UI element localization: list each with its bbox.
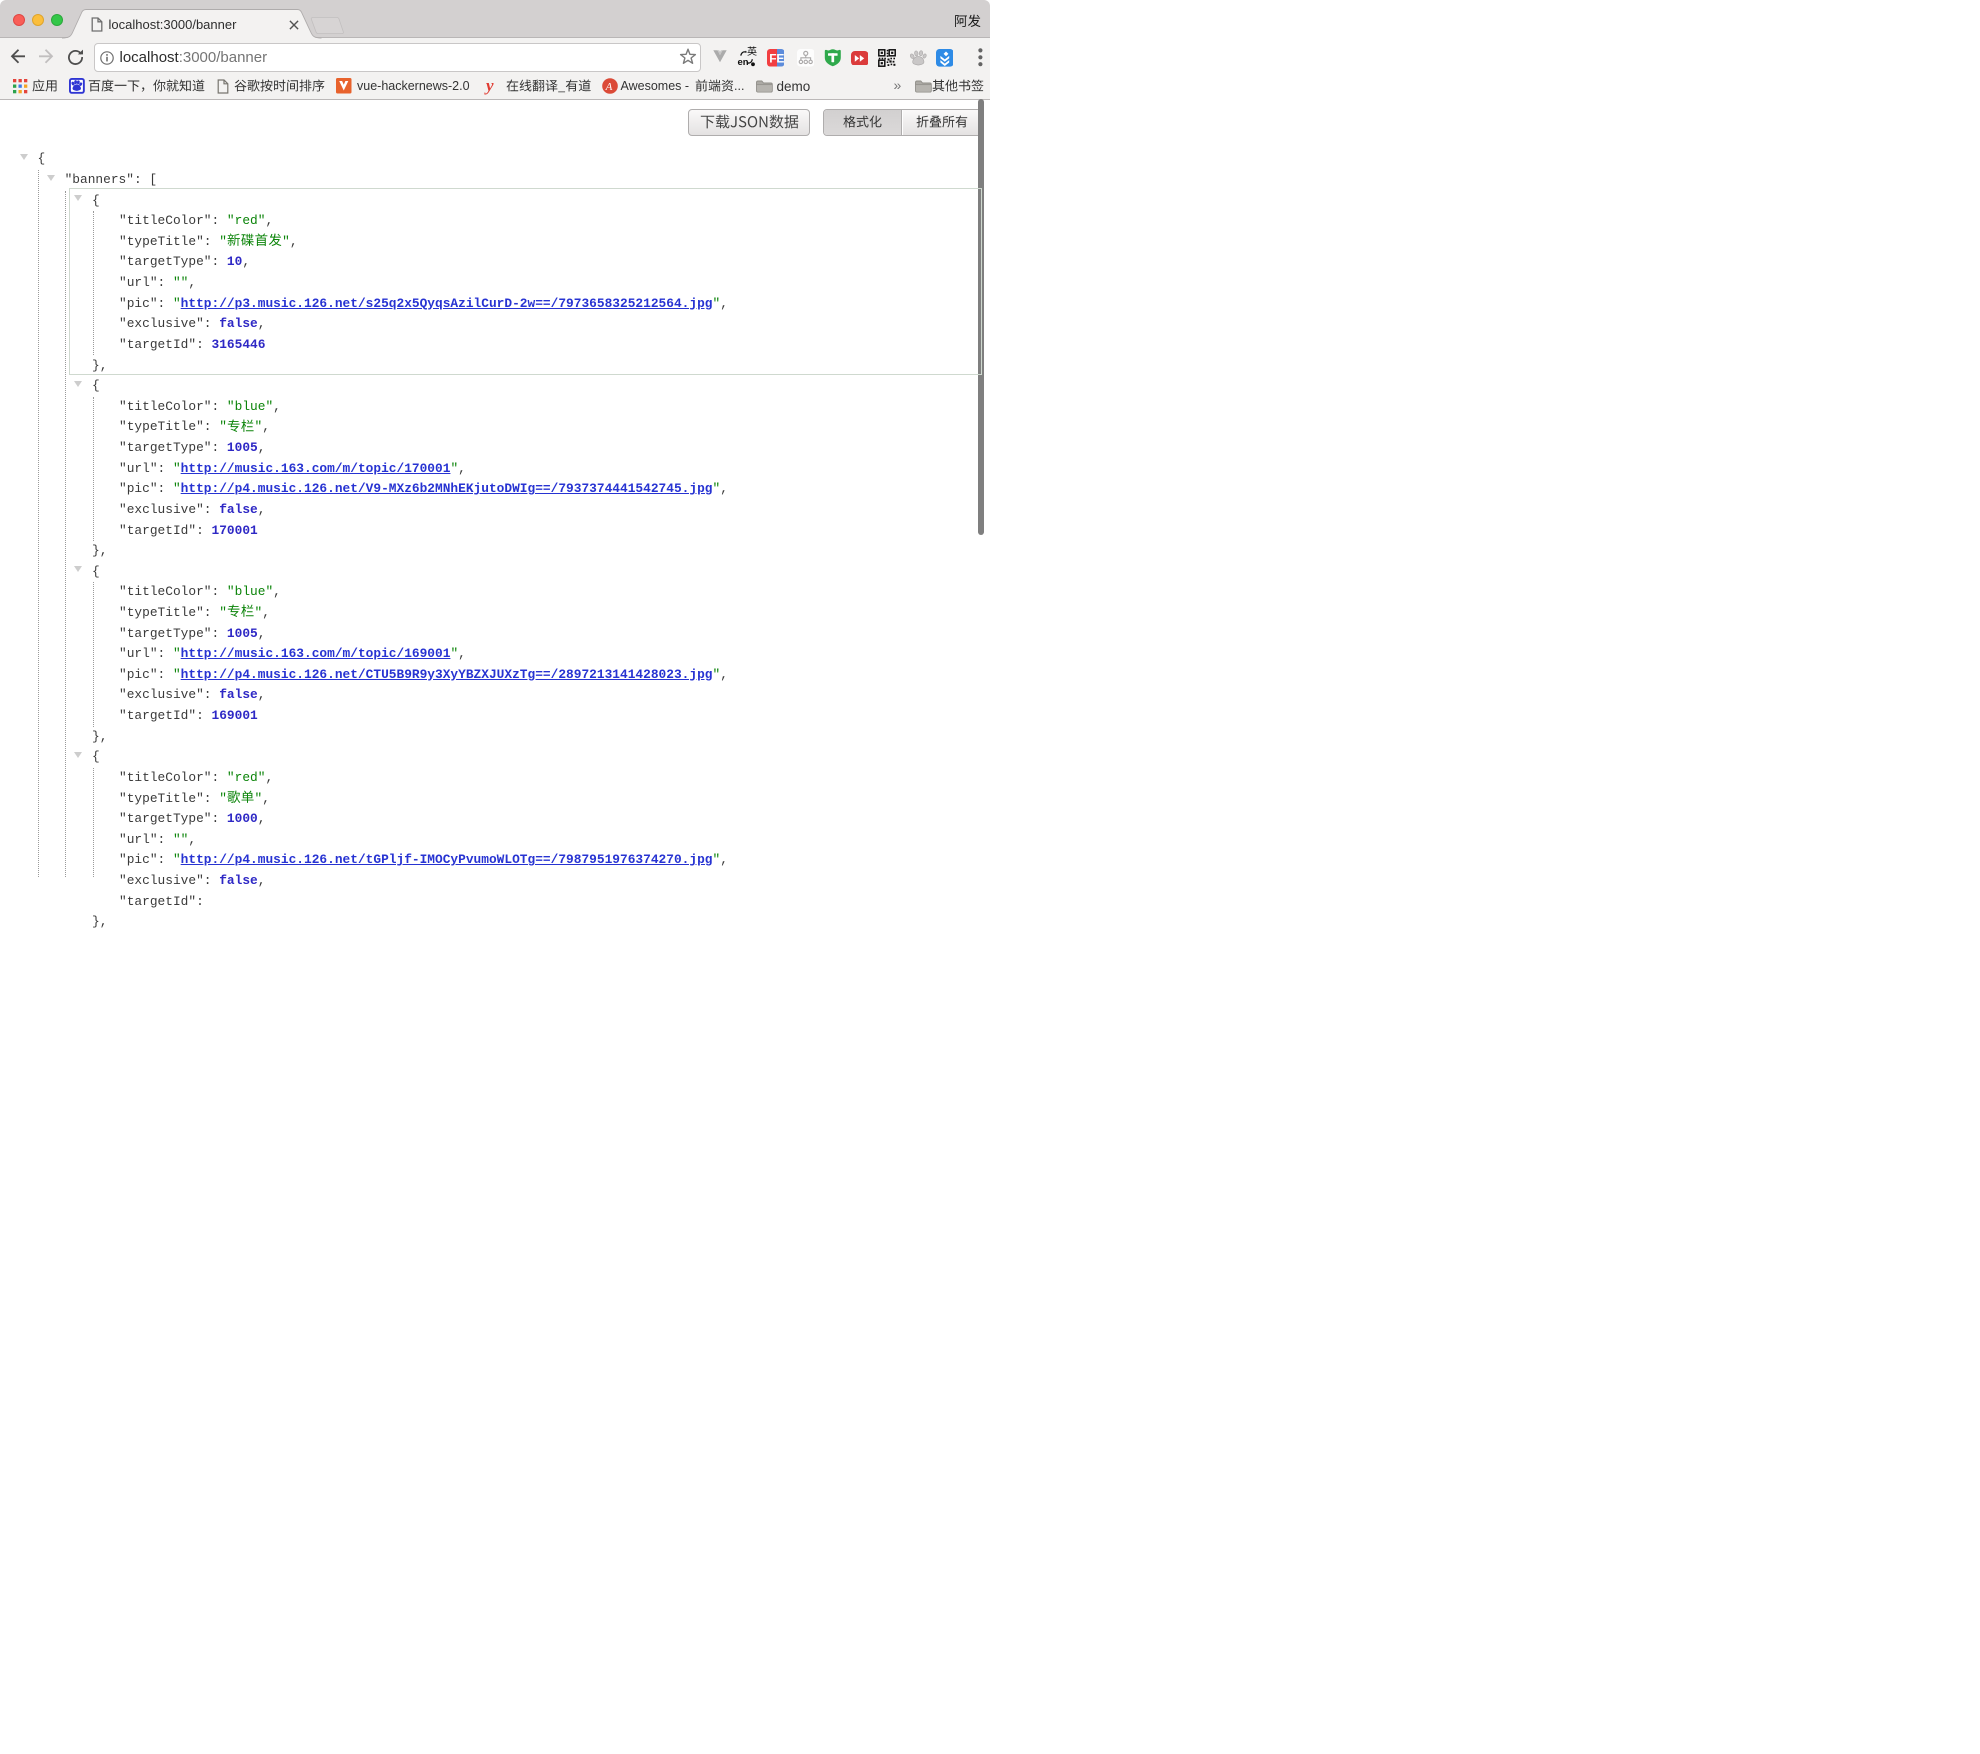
svg-text:A: A — [605, 81, 613, 93]
svg-text:E: E — [776, 52, 784, 66]
